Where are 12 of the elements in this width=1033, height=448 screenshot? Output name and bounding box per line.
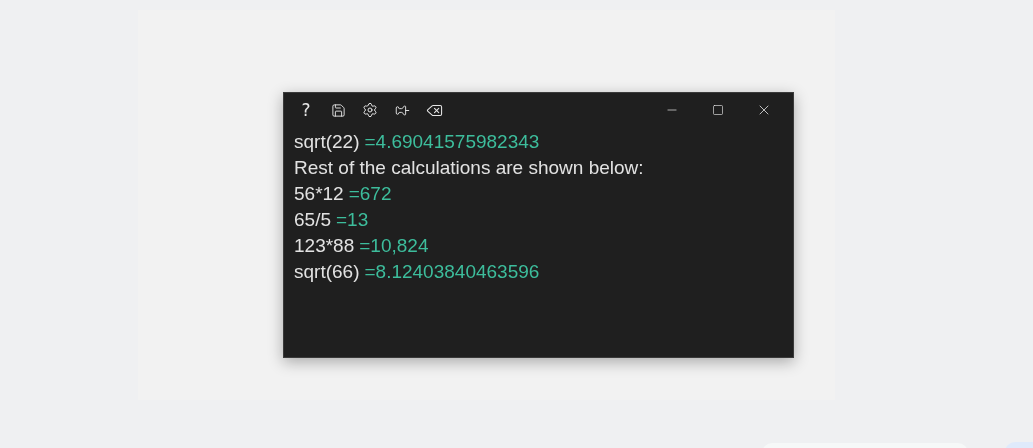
comment-text: Rest of the calculations are shown below: — [294, 156, 644, 180]
expression-text: sqrt(66) — [294, 260, 360, 284]
result-text: =13 — [336, 208, 369, 232]
expression-text: 123*88 — [294, 234, 355, 258]
expression-text: sqrt(22) — [294, 130, 360, 154]
expression-text: 65/5 — [294, 208, 331, 232]
result-text: =4.69041575982343 — [364, 130, 540, 154]
expression-text: 56*12 — [294, 182, 344, 206]
help-button[interactable]: ? — [290, 95, 322, 125]
result-text: =10,824 — [359, 234, 429, 258]
result-text: =672 — [348, 182, 392, 206]
result-text: =8.12403840463596 — [364, 260, 540, 284]
